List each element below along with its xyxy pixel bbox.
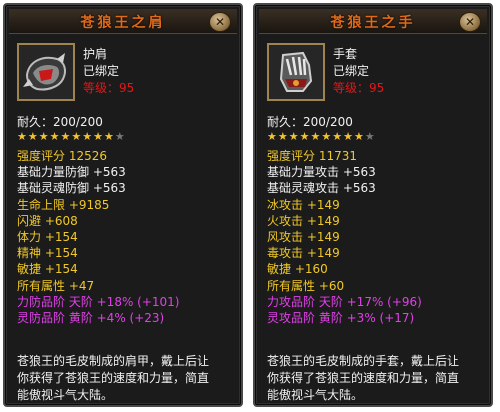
stat-line: 基础灵魂防御 +563 xyxy=(17,181,126,196)
stat-line: 生命上限 +9185 xyxy=(17,197,110,212)
description-line: 能傲视斗气大陆。 xyxy=(17,388,114,402)
stat-line: 所有属性 +60 xyxy=(267,278,345,293)
star-icon: ★ xyxy=(267,130,277,143)
star-icon: ★ xyxy=(364,130,375,143)
description-line: 苍狼王的毛皮制成的手套，戴上后让 xyxy=(267,354,460,368)
item-description: 苍狼王的毛皮制成的肩甲，戴上后让 你获得了苍狼王的速度和力量，简直 能傲视斗气大陆。 xyxy=(17,353,233,404)
star-icon: ★ xyxy=(332,130,343,143)
stat-list: 强度评分 12526 基础力量防御 +563 基础灵魂防御 +563 生命上限 +91… xyxy=(17,148,233,326)
title-bar: 苍狼王之肩 ✕ xyxy=(9,9,237,34)
stat-line: 火攻击 +149 xyxy=(267,213,340,228)
item-tooltip-gloves: 苍狼王之手 ✕ 手套 已绑定 等级：95 耐久：200/200 ★ ★ ★ ★ ★ ★ ★ ★… xyxy=(253,3,493,407)
stat-list: 强度评分 11731 基础力量攻击 +563 基础灵魂攻击 +563 冰攻击 +149… xyxy=(267,148,483,326)
close-button[interactable]: ✕ xyxy=(459,12,481,32)
durability: 耐久：200/200 xyxy=(267,115,353,129)
stat-line: 基础灵魂攻击 +563 xyxy=(267,181,376,196)
stat-line: 基础力量攻击 +563 xyxy=(267,165,376,180)
description-line: 苍狼王的毛皮制成的肩甲，戴上后让 xyxy=(17,354,210,368)
stat-line: 精神 +154 xyxy=(17,246,78,261)
level-label: 等级： xyxy=(333,81,370,95)
stat-line: 灵攻品阶 黄阶 +3% (+17) xyxy=(267,310,415,325)
bound-status: 已绑定 xyxy=(333,64,370,78)
gloves-icon xyxy=(267,43,325,101)
stat-line: 闪避 +608 xyxy=(17,213,78,228)
stat-line: 敏捷 +154 xyxy=(17,262,78,277)
stat-line: 强度评分 12526 xyxy=(17,149,107,163)
description-line: 能傲视斗气大陆。 xyxy=(267,388,364,402)
item-description: 苍狼王的毛皮制成的手套，戴上后让 你获得了苍狼王的速度和力量，简直 能傲视斗气大陆。 xyxy=(267,353,483,404)
stat-line: 灵防品阶 黄阶 +4% (+23) xyxy=(17,310,165,325)
star-icon: ★ xyxy=(343,130,353,143)
stat-line: 毒攻击 +149 xyxy=(267,246,340,261)
bound-status: 已绑定 xyxy=(83,64,120,78)
star-icon: ★ xyxy=(310,130,321,143)
star-icon: ★ xyxy=(82,130,93,143)
star-icon: ★ xyxy=(104,130,114,143)
stat-line: 所有属性 +47 xyxy=(17,278,95,293)
stat-line: 基础力量防御 +563 xyxy=(17,165,126,180)
item-title: 苍狼王之肩 xyxy=(80,15,166,31)
stat-line: 强度评分 11731 xyxy=(267,149,357,163)
item-type: 手套 xyxy=(333,47,358,61)
star-rating: ★ ★ ★ ★ ★ ★ ★ ★ ★ ★ xyxy=(267,131,375,143)
stat-line: 风攻击 +149 xyxy=(267,229,340,244)
durability: 耐久：200/200 xyxy=(17,115,103,129)
star-icon: ★ xyxy=(38,130,49,143)
stat-line: 力攻品阶 天阶 +17% (+96) xyxy=(267,294,422,309)
shoulder-armor-icon xyxy=(17,43,75,101)
close-button[interactable]: ✕ xyxy=(209,12,231,32)
star-icon: ★ xyxy=(27,130,38,143)
level-value: 95 xyxy=(369,81,385,95)
star-icon: ★ xyxy=(321,130,332,143)
star-icon: ★ xyxy=(277,130,288,143)
stat-line: 敏捷 +160 xyxy=(267,262,328,277)
star-icon: ★ xyxy=(299,130,310,143)
star-icon: ★ xyxy=(49,130,60,143)
item-tooltip-shoulder: 苍狼王之肩 ✕ 护肩 已绑定 等级：95 耐久：200/200 ★ ★ ★ ★ ★ ★ ★ ★… xyxy=(3,3,243,407)
level-value: 95 xyxy=(119,81,135,95)
level-row: 等级：95 xyxy=(333,79,384,96)
description-line: 你获得了苍狼王的速度和力量，简直 xyxy=(17,371,210,385)
stat-line: 冰攻击 +149 xyxy=(267,197,340,212)
stat-line: 体力 +154 xyxy=(17,229,78,244)
star-icon: ★ xyxy=(17,130,27,143)
star-icon: ★ xyxy=(114,130,125,143)
star-icon: ★ xyxy=(60,130,71,143)
star-rating: ★ ★ ★ ★ ★ ★ ★ ★ ★ ★ xyxy=(17,131,125,143)
item-title: 苍狼王之手 xyxy=(330,15,416,31)
star-icon: ★ xyxy=(93,130,103,143)
star-icon: ★ xyxy=(354,130,364,143)
description-line: 你获得了苍狼王的速度和力量，简直 xyxy=(267,371,460,385)
stat-line: 力防品阶 天阶 +18% (+101) xyxy=(17,294,180,309)
level-row: 等级：95 xyxy=(83,79,134,96)
title-bar: 苍狼王之手 ✕ xyxy=(259,9,487,34)
level-label: 等级： xyxy=(83,81,120,95)
item-type: 护肩 xyxy=(83,47,108,61)
star-icon: ★ xyxy=(288,130,299,143)
star-icon: ★ xyxy=(71,130,82,143)
